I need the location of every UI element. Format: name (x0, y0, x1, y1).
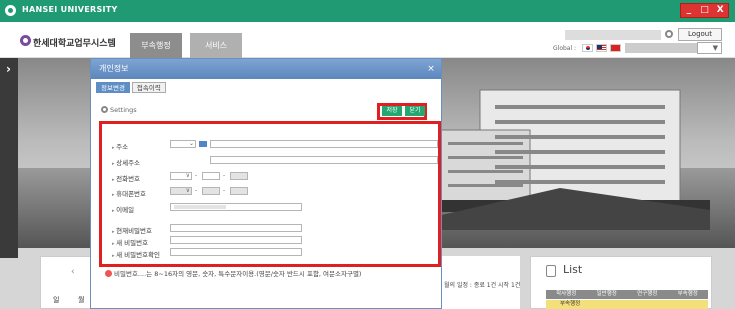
dash: - (223, 187, 226, 194)
korea-flag-icon[interactable] (582, 44, 593, 52)
minimize-button[interactable]: _ (681, 4, 697, 17)
lang-info-redacted (625, 43, 697, 53)
us-flag-icon[interactable] (596, 44, 607, 52)
language-select[interactable]: ▼ (697, 42, 722, 54)
phone-last-field[interactable] (230, 172, 248, 180)
dash: - (223, 172, 226, 179)
chevron-left-icon[interactable]: ‹ (71, 267, 75, 277)
mobile-last-field[interactable] (230, 187, 248, 195)
list-tab-affiliated[interactable]: 부속행정 (668, 290, 709, 299)
list-item[interactable]: 부속행정 (546, 300, 708, 309)
global-label: Global : (553, 45, 577, 52)
settings-gear-icon (101, 106, 108, 113)
address-field[interactable] (210, 140, 438, 148)
gear-icon[interactable] (665, 30, 673, 38)
mobile-middle-field[interactable] (202, 187, 220, 195)
tab-edit-info[interactable]: 정보변경 (96, 82, 130, 93)
current-password-field[interactable] (170, 224, 302, 232)
dash: - (195, 187, 198, 194)
china-flag-icon[interactable] (610, 44, 621, 52)
list-panel: List 학사행정 일반행정 연구행정 부속행정 부속행정 (530, 256, 712, 309)
window-controls: _ □ X (680, 3, 729, 18)
address-detail-label: 상세주소 (112, 157, 140, 167)
close-icon[interactable]: × (426, 64, 436, 74)
user-info-redacted (565, 30, 661, 40)
list-tabs: 학사행정 일반행정 연구행정 부속행정 (546, 290, 708, 299)
settings-label: Settings (110, 106, 137, 114)
new-password-label: 새 비밀번호 (112, 237, 148, 247)
list-title: List (563, 263, 583, 276)
dialog-titlebar: 개인정보 × (91, 59, 441, 79)
postcode-search-icon[interactable] (199, 141, 207, 147)
current-password-label: 현재비밀번호 (112, 225, 152, 235)
dialog-title: 개인정보 (99, 64, 129, 73)
chevron-right-icon[interactable]: › (6, 62, 11, 76)
warning-icon (105, 270, 112, 277)
phone-label: 전화번호 (112, 173, 140, 183)
list-tab-research[interactable]: 연구행정 (627, 290, 668, 299)
phone-area-select[interactable]: ∨ (170, 172, 192, 180)
close-button[interactable]: 닫기 (405, 106, 425, 116)
email-value-redacted (174, 205, 226, 209)
list-tab-general[interactable]: 일반행정 (587, 290, 628, 299)
address-detail-field[interactable] (210, 156, 438, 164)
mobile-label: 휴대폰번호 (112, 188, 146, 198)
settings-heading: Settings (101, 106, 137, 114)
app-logo-icon (5, 5, 16, 16)
schedule-summary: 월의 일정 : 종료 1건 시작 1건 (444, 282, 521, 289)
personal-info-form: 주소 ⌄ 상세주소 전화번호 ∨ - - 휴대폰번호 ∨ - - 이메일 현재비… (99, 121, 441, 267)
tab-access-history[interactable]: 접속이력 (131, 82, 166, 93)
postcode-select[interactable]: ⌄ (170, 140, 196, 148)
phone-middle-field[interactable] (202, 172, 220, 180)
day-label-sunday: 일 (53, 296, 60, 304)
password-rule-text: 비밀번호....는 8~16자의 영문, 숫자, 특수문자이용.(영문/숫자 반… (114, 270, 362, 278)
list-tab-academic[interactable]: 학사행정 (546, 290, 587, 299)
dialog-tabs: 정보변경 접속이력 (96, 82, 168, 93)
nav-tab-services[interactable]: 서비스 (190, 33, 242, 58)
confirm-password-label: 새 비밀번호확인 (112, 249, 160, 259)
maximize-button[interactable]: □ (697, 4, 713, 17)
email-label: 이메일 (112, 204, 134, 214)
app-header: 한세대학교업무시스템 부속행정 서비스 Logout Global : ▼ (0, 22, 735, 58)
dash: - (195, 172, 198, 179)
new-password-field[interactable] (170, 236, 302, 244)
window-titlebar: HANSEI UNIVERSITY _ □ X (0, 0, 735, 22)
personal-info-dialog: 개인정보 × 정보변경 접속이력 Settings 저장 닫기 주소 ⌄ 상세주… (90, 58, 442, 309)
close-window-button[interactable]: X (712, 4, 728, 17)
password-rule-note: 비밀번호....는 8~16자의 영문, 숫자, 특수문자이용.(영문/숫자 반… (105, 268, 361, 278)
campus-building-image (440, 89, 710, 230)
window-title: HANSEI UNIVERSITY (22, 5, 118, 14)
save-button[interactable]: 저장 (382, 106, 402, 116)
sidebar-toggle-strip[interactable] (0, 58, 18, 258)
day-label-monday: 월 (78, 296, 85, 304)
university-logo-icon (20, 35, 31, 46)
schedule-panel: 월의 일정 : 종료 1건 시작 1건 (440, 256, 520, 309)
confirm-password-field[interactable] (170, 248, 302, 256)
app-logo-text[interactable]: 한세대학교업무시스템 (33, 36, 116, 49)
logout-button[interactable]: Logout (678, 28, 722, 41)
nav-tab-affiliated-admin[interactable]: 부속행정 (130, 33, 182, 58)
address-label: 주소 (112, 141, 128, 151)
list-icon (546, 265, 556, 277)
mobile-prefix-select[interactable]: ∨ (170, 187, 192, 195)
